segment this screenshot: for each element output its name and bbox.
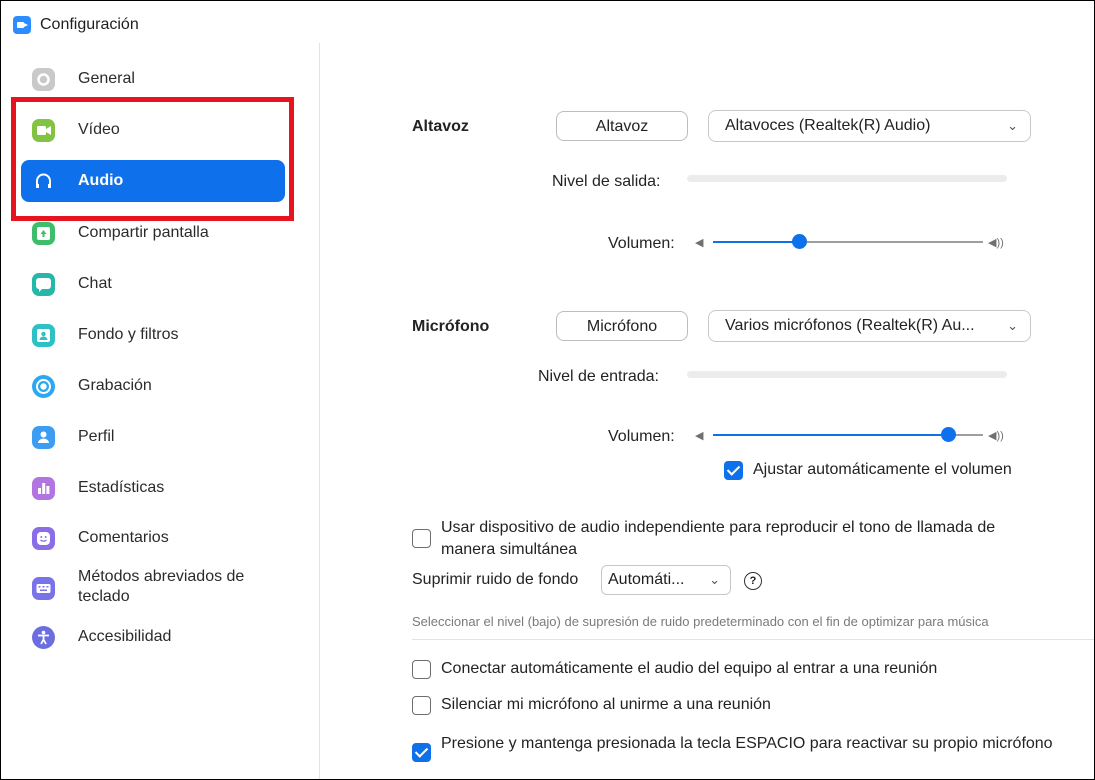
record-icon bbox=[32, 375, 55, 398]
volume-high-icon: ◀)) bbox=[988, 237, 1004, 249]
volume-low-icon: ◀ bbox=[695, 430, 704, 442]
settings-window: Configuración General Vídeo Audio Compar… bbox=[0, 0, 1095, 780]
sidebar-item-chat[interactable]: Chat bbox=[21, 263, 285, 305]
auto-connect-audio-label: Conectar automáticamente el audio del eq… bbox=[441, 660, 938, 677]
help-icon[interactable]: ? bbox=[744, 572, 762, 590]
sidebar-item-label: General bbox=[78, 70, 135, 87]
sidebar-item-label: Chat bbox=[78, 275, 112, 292]
sidebar-item-label: Accesibilidad bbox=[78, 628, 172, 645]
separate-ringtone-device-checkbox[interactable] bbox=[412, 529, 431, 548]
separate-ringtone-device-label-2: manera simultánea bbox=[441, 541, 578, 558]
sidebar-item-keyboard-shortcuts[interactable]: Métodos abreviados de teclado bbox=[21, 566, 285, 610]
volume-high-icon: ◀)) bbox=[988, 430, 1004, 442]
keyboard-icon bbox=[32, 577, 55, 600]
microphone-volume-label: Volumen: bbox=[608, 428, 675, 445]
auto-connect-audio-checkbox[interactable] bbox=[412, 660, 431, 679]
suppress-noise-label: Suprimir ruido de fondo bbox=[412, 571, 579, 588]
profile-icon bbox=[32, 426, 55, 449]
feedback-icon bbox=[32, 527, 55, 550]
title-bar: Configuración bbox=[1, 1, 1094, 43]
highlight-annotation bbox=[11, 97, 294, 221]
sidebar-item-label: Comentarios bbox=[78, 529, 169, 546]
auto-adjust-volume-checkbox[interactable] bbox=[724, 461, 743, 480]
sidebar-item-general[interactable]: General bbox=[21, 58, 285, 100]
speaker-volume-thumb[interactable] bbox=[792, 234, 807, 249]
sidebar-item-label: Perfil bbox=[78, 428, 115, 445]
zoom-app-icon bbox=[13, 16, 31, 34]
microphone-heading: Micrófono bbox=[412, 318, 490, 335]
sidebar-item-statistics[interactable]: Estadísticas bbox=[21, 467, 285, 509]
speaker-device-value: Altavoces (Realtek(R) Audio) bbox=[725, 117, 931, 134]
space-unmute-label: Presione y mantenga presionada la tecla … bbox=[441, 735, 1053, 752]
volume-low-icon: ◀ bbox=[695, 237, 704, 249]
mute-on-join-checkbox[interactable] bbox=[412, 696, 431, 715]
background-icon bbox=[32, 324, 55, 347]
microphone-device-select[interactable]: Varios micrófonos (Realtek(R) Au... ⌄ bbox=[708, 310, 1031, 342]
suppress-noise-hint: Seleccionar el nivel (bajo) de supresión… bbox=[412, 614, 989, 629]
chevron-down-icon: ⌄ bbox=[709, 572, 720, 587]
test-microphone-button[interactable]: Micrófono bbox=[556, 311, 688, 341]
suppress-noise-value: Automáti... bbox=[608, 571, 685, 588]
output-level-label: Nivel de salida: bbox=[552, 173, 661, 190]
audio-settings-panel: Altavoz Altavoz Altavoces (Realtek(R) Au… bbox=[320, 43, 1094, 779]
chevron-down-icon: ⌄ bbox=[1007, 318, 1018, 333]
sidebar-item-feedback[interactable]: Comentarios bbox=[21, 517, 285, 559]
suppress-noise-select[interactable]: Automáti... ⌄ bbox=[601, 565, 731, 595]
mute-on-join-label: Silenciar mi micrófono al unirme a una r… bbox=[441, 696, 771, 713]
speaker-device-select[interactable]: Altavoces (Realtek(R) Audio) ⌄ bbox=[708, 110, 1031, 142]
section-divider bbox=[412, 639, 1094, 640]
chat-icon bbox=[32, 273, 55, 296]
gear-icon bbox=[32, 68, 55, 91]
microphone-device-value: Varios micrófonos (Realtek(R) Au... bbox=[725, 317, 975, 334]
stats-icon bbox=[32, 477, 55, 500]
output-level-meter bbox=[687, 175, 1007, 182]
sidebar-item-label: Estadísticas bbox=[78, 479, 165, 496]
sidebar-item-label: Compartir pantalla bbox=[78, 224, 209, 241]
sidebar-item-label: Fondo y filtros bbox=[78, 326, 179, 343]
input-level-meter bbox=[687, 371, 1007, 378]
sidebar-item-recording[interactable]: Grabación bbox=[21, 365, 285, 407]
input-level-label: Nivel de entrada: bbox=[538, 368, 659, 385]
sidebar-item-accessibility[interactable]: Accesibilidad bbox=[21, 616, 285, 658]
test-speaker-button[interactable]: Altavoz bbox=[556, 111, 688, 141]
sidebar-item-profile[interactable]: Perfil bbox=[21, 416, 285, 458]
speaker-volume-label: Volumen: bbox=[608, 235, 675, 252]
sidebar-item-label: Grabación bbox=[78, 377, 152, 394]
speaker-volume-fill bbox=[713, 241, 799, 243]
accessibility-icon bbox=[32, 626, 55, 649]
separate-ringtone-device-label: Usar dispositivo de audio independiente … bbox=[441, 519, 996, 536]
share-screen-icon bbox=[32, 222, 55, 245]
auto-adjust-volume-label: Ajustar automáticamente el volumen bbox=[753, 461, 1012, 478]
window-title: Configuración bbox=[40, 16, 139, 33]
microphone-volume-thumb[interactable] bbox=[941, 427, 956, 442]
space-unmute-checkbox[interactable] bbox=[412, 743, 431, 762]
sidebar-item-label: Métodos abreviados de teclado bbox=[78, 568, 245, 605]
microphone-volume-fill bbox=[713, 434, 948, 436]
chevron-down-icon: ⌄ bbox=[1007, 118, 1018, 133]
sidebar-item-background[interactable]: Fondo y filtros bbox=[21, 314, 285, 356]
speaker-heading: Altavoz bbox=[412, 118, 469, 135]
